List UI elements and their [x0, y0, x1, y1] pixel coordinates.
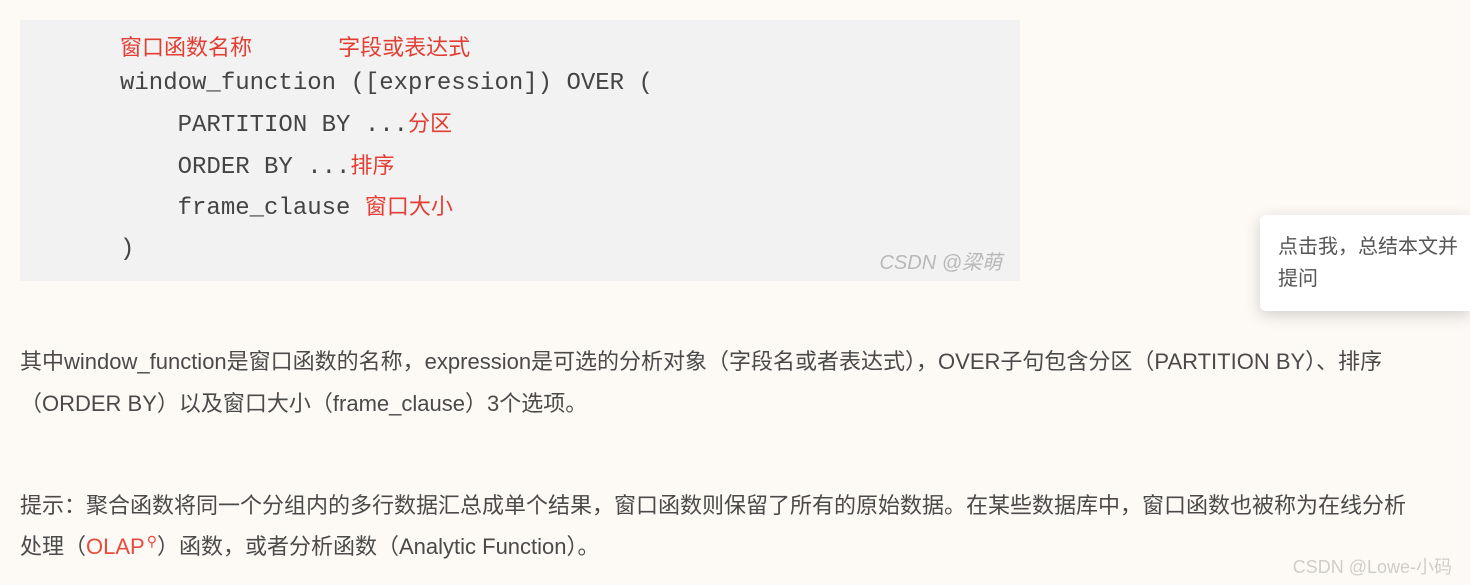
page-watermark: CSDN @Lowe-小码: [1293, 553, 1452, 579]
code-line-5: ): [20, 230, 1020, 271]
annotation-row-top: 窗口函数名称 字段或表达式: [20, 30, 1020, 62]
code-line-4: frame_clause 窗口大小: [20, 188, 1020, 230]
olap-link[interactable]: OLAP⚲: [86, 534, 157, 559]
code-line-3-prefix: ORDER BY ...: [120, 154, 350, 181]
code-block: 窗口函数名称 字段或表达式 window_function ([expressi…: [20, 20, 1020, 281]
summary-tip-button[interactable]: 点击我，总结本文并提问: [1260, 215, 1470, 311]
search-icon: ⚲: [147, 528, 157, 555]
paragraph2-suffix: ）函数，或者分析函数（Analytic Function）。: [157, 534, 600, 559]
code-line-2-prefix: PARTITION BY ...: [120, 112, 408, 139]
annotation-window-function: 窗口函数名称: [120, 30, 252, 62]
code-watermark: CSDN @梁萌: [879, 246, 1002, 275]
annotation-frame: 窗口大小: [365, 194, 453, 219]
explanation-paragraph-2: 提示：聚合函数将同一个分组内的多行数据汇总成单个结果，窗口函数则保留了所有的原始…: [20, 485, 1420, 569]
code-line-4-prefix: frame_clause: [120, 195, 365, 222]
annotation-partition: 分区: [408, 111, 452, 136]
annotation-order: 排序: [350, 153, 394, 178]
code-line-3: ORDER BY ...排序: [20, 147, 1020, 189]
annotation-expression: 字段或表达式: [338, 30, 470, 62]
code-line-2: PARTITION BY ...分区: [20, 105, 1020, 147]
explanation-paragraph-1: 其中window_function是窗口函数的名称，expression是可选的…: [20, 341, 1420, 425]
code-line-1: window_function ([expression]) OVER (: [20, 64, 1020, 105]
olap-text: OLAP: [86, 534, 145, 559]
